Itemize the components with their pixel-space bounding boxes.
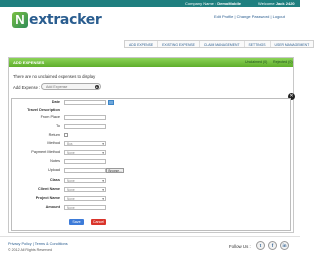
company-info: Company Name : DemoMobile bbox=[185, 1, 241, 6]
footer-links: Privacy Policy | Terms & Conditions bbox=[8, 242, 68, 246]
company-label: Company Name : bbox=[185, 1, 217, 6]
facebook-icon[interactable]: f bbox=[268, 241, 277, 250]
method-select[interactable]: Bus bbox=[64, 141, 106, 146]
nav-settings[interactable]: SETTINGS bbox=[245, 41, 271, 47]
twitter-icon[interactable]: t bbox=[256, 241, 265, 250]
unclaimed-link[interactable]: Unclaimed (0) bbox=[245, 60, 267, 64]
add-expense-placeholder: Add Expense bbox=[46, 85, 68, 89]
amount-label: Amount bbox=[45, 205, 60, 209]
method-label: Method bbox=[47, 141, 60, 145]
return-label: Return bbox=[48, 133, 60, 137]
date-input[interactable] bbox=[64, 100, 106, 105]
project-name-select[interactable]: None bbox=[64, 196, 106, 201]
no-unclaimed-message: There are no unclaimed expenses to displ… bbox=[13, 74, 96, 79]
welcome-label: Welcome bbox=[258, 1, 275, 6]
project-name-label: Project Name bbox=[35, 196, 60, 200]
edit-profile-link[interactable]: Edit Profile bbox=[214, 14, 233, 19]
rejected-link[interactable]: Rejected (0) bbox=[273, 60, 293, 64]
class-select[interactable]: None bbox=[64, 178, 106, 183]
to-input[interactable] bbox=[64, 124, 106, 129]
change-password-link[interactable]: Change Password bbox=[237, 14, 270, 19]
app-logo[interactable]: N extracker bbox=[12, 10, 102, 30]
add-expenses-panel: ADD EXPENSES Unclaimed (0) Rejected (0) … bbox=[8, 57, 295, 233]
logo-mark: N bbox=[12, 12, 28, 28]
from-place-input[interactable] bbox=[64, 115, 106, 120]
panel-header: ADD EXPENSES Unclaimed (0) Rejected (0) bbox=[9, 58, 293, 67]
notes-label: Notes bbox=[50, 159, 60, 163]
logo-text: extracker bbox=[29, 12, 102, 28]
panel-title: ADD EXPENSES bbox=[13, 60, 45, 65]
user-name: Jack 2420 bbox=[275, 1, 295, 6]
browse-button[interactable]: Browse... bbox=[106, 168, 124, 173]
add-expense-label: Add Expense : bbox=[13, 85, 41, 90]
top-bar: Company Name : DemoMobile Welcome Jack 2… bbox=[0, 0, 300, 7]
follow-us-label: Follow Us : bbox=[229, 244, 251, 249]
to-label: To bbox=[55, 124, 60, 128]
class-label: Class bbox=[49, 178, 60, 182]
go-arrow-icon[interactable]: ▸ bbox=[95, 85, 99, 89]
footer-separator: | bbox=[32, 242, 34, 246]
client-name-label: Client Name bbox=[38, 187, 60, 191]
logout-link[interactable]: Logout bbox=[273, 14, 285, 19]
upload-input[interactable] bbox=[64, 168, 106, 173]
welcome-text: Welcome Jack 2420 bbox=[258, 1, 295, 6]
page-footer: Privacy Policy | Terms & Conditions © 20… bbox=[0, 236, 300, 261]
save-button[interactable]: Save bbox=[69, 219, 84, 225]
return-checkbox[interactable] bbox=[64, 133, 68, 137]
nav-user-management[interactable]: USER MANAGEMENT bbox=[271, 41, 314, 47]
terms-link[interactable]: Terms & Conditions bbox=[35, 242, 68, 246]
copyright-text: © 2012 All Rights Reserved bbox=[8, 248, 52, 252]
calendar-icon[interactable] bbox=[108, 100, 114, 105]
main-nav: ADD EXPENSE EXISTING EXPENSE CLAIM MANAG… bbox=[124, 40, 315, 48]
account-links: Edit Profile | Change Password | Logout bbox=[214, 14, 285, 19]
nav-add-expense[interactable]: ADD EXPENSE bbox=[125, 41, 159, 47]
cancel-button[interactable]: Cancel bbox=[91, 219, 106, 225]
date-label: Date bbox=[51, 100, 60, 104]
from-place-label: From Place bbox=[40, 115, 60, 119]
upload-label: Upload bbox=[47, 168, 60, 172]
privacy-policy-link[interactable]: Privacy Policy bbox=[8, 242, 32, 246]
payment-method-select[interactable]: None bbox=[64, 150, 106, 155]
amount-input[interactable]: None bbox=[64, 205, 106, 210]
company-name: DemoMobile bbox=[217, 1, 242, 6]
add-expense-select[interactable]: Add Expense ▸ bbox=[41, 83, 101, 90]
travel-description-label: Travel Description bbox=[27, 108, 60, 112]
notes-input[interactable] bbox=[64, 159, 106, 164]
link-separator: | bbox=[234, 14, 236, 19]
client-name-select[interactable]: None bbox=[64, 187, 106, 192]
nav-claim-management[interactable]: CLAIM MANAGEMENT bbox=[200, 41, 245, 47]
link-separator: | bbox=[270, 14, 272, 19]
nav-existing-expense[interactable]: EXISTING EXPENSE bbox=[158, 41, 200, 47]
linkedin-icon[interactable]: in bbox=[280, 241, 289, 250]
payment-method-label: Payment Method bbox=[31, 150, 60, 154]
expense-form: Date Travel Description From Place To Re… bbox=[11, 98, 291, 231]
